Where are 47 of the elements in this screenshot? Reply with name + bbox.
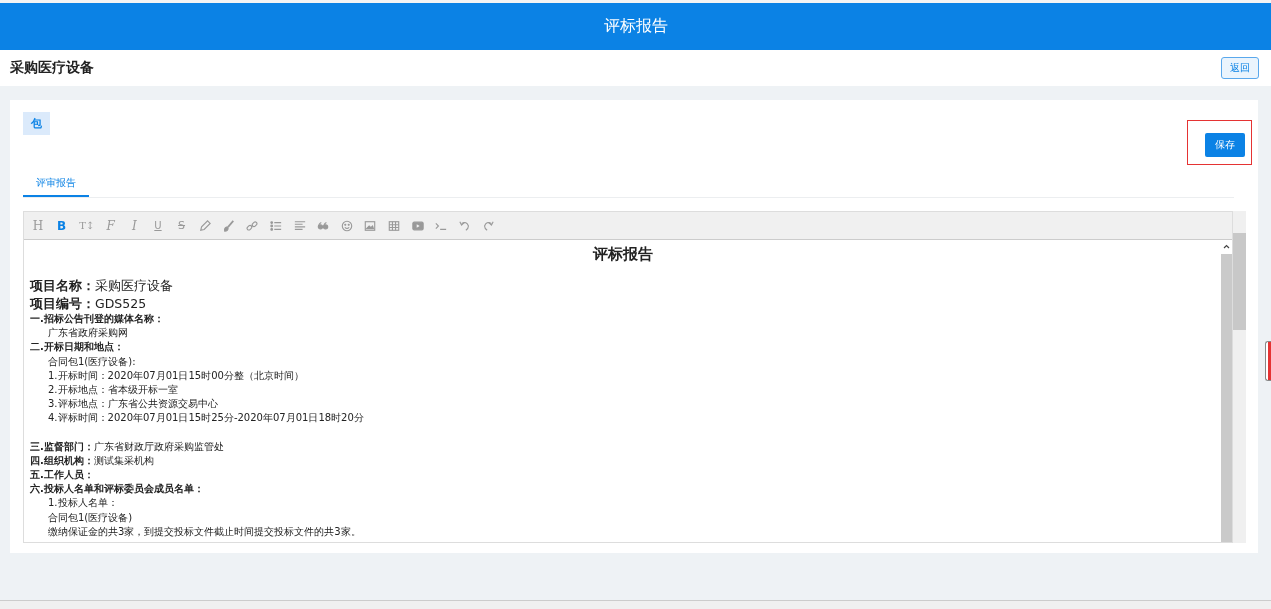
pencil-icon[interactable] bbox=[199, 219, 212, 232]
quote-icon[interactable] bbox=[317, 219, 330, 232]
align-icon[interactable] bbox=[293, 219, 306, 232]
document-section-line: 六.投标人名单和评标委员会成员名单： bbox=[30, 482, 205, 497]
document-section-line: 二.开标日期和地点： bbox=[30, 340, 125, 355]
document-text-line: 1.开标时间：2020年07月01日15时00分整（北京时间） bbox=[47, 368, 305, 383]
document-text-line: 3.评标地点：广东省公共资源交易中心 bbox=[47, 397, 219, 412]
document-text-line: 缴纳保证金的共3家，到提交投标文件截止时间提交投标文件的共3家。 bbox=[47, 524, 362, 539]
header-title: 评标报告 bbox=[603, 16, 668, 37]
size-tool[interactable]: T↕ bbox=[79, 219, 94, 232]
side-tab[interactable] bbox=[1265, 341, 1271, 381]
document-text-line: 合同包1(医疗设备): bbox=[47, 354, 137, 369]
image-icon[interactable] bbox=[364, 219, 377, 232]
document-text-line: 合同包1(医疗设备) bbox=[47, 510, 134, 525]
document-section-line: 四.组织机构：测试集采机构 bbox=[30, 453, 155, 468]
underline-tool[interactable]: U bbox=[151, 219, 164, 232]
tab[interactable]: 评审报告 bbox=[23, 172, 89, 197]
italic-tool[interactable]: I bbox=[128, 219, 141, 232]
document-text-line: 1.投标人名单： bbox=[47, 496, 119, 511]
font-tool[interactable]: F bbox=[104, 219, 117, 232]
scroll-up-icon[interactable] bbox=[1221, 240, 1232, 254]
heading-tool[interactable]: H bbox=[32, 219, 44, 232]
package-tag[interactable]: 包 bbox=[23, 112, 50, 135]
document-title: 评标报告 bbox=[591, 244, 654, 265]
smile-icon[interactable] bbox=[340, 219, 353, 232]
list-icon[interactable] bbox=[269, 219, 282, 232]
scrollbar[interactable] bbox=[1221, 240, 1232, 542]
brush-icon[interactable] bbox=[222, 219, 235, 232]
redo-icon[interactable] bbox=[482, 219, 495, 232]
video-icon[interactable] bbox=[411, 219, 424, 232]
document-text-line: 广东省政府采购网 bbox=[47, 326, 129, 341]
document-section-line: 三.监督部门：广东省财政厅政府采购监管处 bbox=[30, 439, 225, 454]
scrollbar[interactable] bbox=[1233, 211, 1246, 543]
save-button[interactable]: 保存 bbox=[1205, 133, 1245, 157]
document-section-line: 五.工作人员： bbox=[30, 468, 95, 483]
document-section-line: 一.招标公告刊登的媒体名称： bbox=[30, 312, 165, 326]
undo-icon[interactable] bbox=[458, 219, 471, 232]
document-text-line: 2.开标地点：省本级开标一室 bbox=[47, 383, 179, 397]
strike-tool[interactable]: S bbox=[175, 219, 188, 232]
document-field-line: 项目编号：GDS525 bbox=[30, 294, 148, 312]
page-title: 采购医疗设备 bbox=[10, 59, 94, 77]
back-button[interactable]: 返回 bbox=[1221, 57, 1259, 79]
link-icon[interactable] bbox=[246, 219, 259, 232]
document-field-line: 项目名称：采购医疗设备 bbox=[30, 277, 174, 295]
bold-tool[interactable]: B bbox=[55, 219, 68, 232]
document-text-line: 4.评标时间：2020年07月01日15时25分-2020年07月01日18时20分 bbox=[47, 411, 365, 426]
table-icon[interactable] bbox=[387, 219, 400, 232]
